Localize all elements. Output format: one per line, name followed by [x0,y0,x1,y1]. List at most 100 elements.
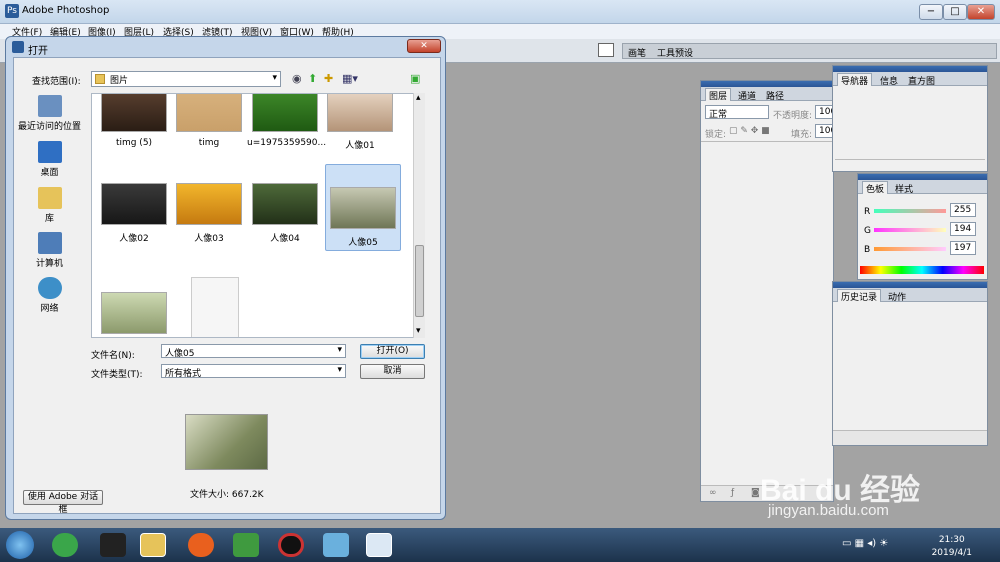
paper-icon[interactable] [323,533,349,557]
file-item[interactable] [177,277,253,337]
file-list[interactable]: timg (5) timg u=1975359590... 人像01 人像02 … [91,93,425,338]
folder-icon [95,74,105,84]
360-icon[interactable] [52,533,78,557]
link-layers-icon[interactable]: ∞ [709,488,717,498]
thumbnail-image [101,183,167,225]
filetype-value: 所有格式 [165,369,202,379]
iqiyi-icon[interactable] [233,533,259,557]
file-item-selected[interactable]: 人像05 [325,164,401,251]
tab-swatches[interactable]: 色板 [862,181,889,195]
dialog-app-icon [12,41,24,53]
panel-tabs: 图层 通道 路径 [701,87,833,102]
history-panel: 历史记录 动作 [832,281,988,446]
firefox-icon[interactable] [188,533,214,557]
filetype-label: 文件类型(T): [91,370,143,380]
tab-actions[interactable]: 动作 [885,290,909,303]
qq-icon[interactable] [100,533,126,557]
channel-b-label: B [864,245,871,255]
file-item[interactable]: 人像01 [322,94,398,151]
file-item[interactable]: timg [171,94,247,148]
up-folder-icon[interactable]: ⬆ [308,72,317,85]
filetype-select[interactable]: 所有格式 ▾ [161,364,346,379]
tab-history[interactable]: 历史记录 [837,289,882,303]
file-label: 人像01 [345,141,375,151]
thumbnail-image [101,94,167,132]
open-button[interactable]: 打开(O) [360,344,425,359]
file-item[interactable]: 人像03 [171,183,247,244]
color-panel: 色板 样式 R 255 G 194 B 197 [857,173,988,280]
photoshop-task-icon[interactable] [366,533,392,557]
close-button[interactable]: ✕ [967,4,995,20]
recorder-icon[interactable] [278,533,304,557]
lock-icons[interactable]: ▢ ✎ ✥ ■ [729,126,770,136]
tab-styles[interactable]: 样式 [892,182,916,195]
taskbar: ▭ ▦ ◂) ☀ 21:30 2019/4/1 [0,528,1000,562]
channel-g-slider[interactable] [874,228,946,232]
cancel-button[interactable]: 取消 [360,364,425,379]
maximize-button[interactable]: □ [943,4,967,20]
scroll-up-icon[interactable]: ▴ [416,93,421,103]
tray-clock[interactable]: 21:30 2019/4/1 [932,534,972,560]
tab-tool-presets[interactable]: 工具预设 [657,46,693,59]
channel-r-field[interactable]: 255 [950,203,976,217]
filename-input[interactable]: 人像05 ▾ [161,344,346,359]
file-item[interactable] [96,292,172,337]
tab-channels[interactable]: 通道 [735,89,759,102]
file-item[interactable]: u=1975359590... [247,94,326,148]
place-recent[interactable]: 最近访问的位置 [14,95,85,132]
tab-histogram[interactable]: 直方图 [905,74,938,87]
tab-paths[interactable]: 路径 [763,89,787,102]
place-network[interactable]: 网络 [14,277,85,314]
file-list-scrollbar[interactable]: ▴ ▾ [413,93,425,338]
back-icon[interactable]: ◉ [292,72,302,85]
file-label: 人像03 [194,234,224,244]
divider [701,141,833,142]
thumbnail-image [176,94,242,132]
layer-style-icon[interactable]: ƒ [731,488,734,498]
channel-b-field[interactable]: 197 [950,241,976,255]
use-adobe-dialog-button[interactable]: 使用 Adobe 对话框 [23,490,103,515]
tray-icons[interactable]: ▭ ▦ ◂) ☀ [842,538,888,549]
thumbnail-image [176,183,242,225]
tab-brushes[interactable]: 画笔 [628,46,646,59]
place-desktop[interactable]: 桌面 [14,141,85,178]
dialog-close-button[interactable]: ✕ [407,39,441,53]
explorer-icon[interactable] [140,533,166,557]
place-computer[interactable]: 计算机 [14,232,85,269]
layer-mask-icon[interactable]: ◙ [751,488,760,498]
file-item[interactable]: 人像04 [247,183,323,244]
tab-navigator[interactable]: 导航器 [837,73,873,87]
tab-info[interactable]: 信息 [877,74,901,87]
photoshop-logo-icon: Ps [5,4,19,18]
look-in-select[interactable]: 图片 ▾ [91,71,281,87]
blend-mode-select[interactable]: 正常 [705,105,769,120]
chevron-down-icon: ▾ [337,345,342,355]
panel-tabs: 历史记录 动作 [833,288,987,303]
channel-b-slider[interactable] [874,247,946,251]
minimize-button[interactable]: − [919,4,943,20]
channel-r-slider[interactable] [874,209,946,213]
tab-layers[interactable]: 图层 [705,88,732,102]
file-item[interactable]: timg (5) [96,94,172,148]
scroll-thumb[interactable] [415,245,424,317]
scroll-down-icon[interactable]: ▾ [416,326,421,336]
file-item[interactable]: 人像02 [96,183,172,244]
new-folder-icon[interactable]: ✚ [324,72,333,85]
channel-r-label: R [864,207,871,217]
place-library[interactable]: 库 [14,187,85,224]
thumbnail-toggle-icon[interactable]: ▣ [410,72,420,85]
file-label: timg (5) [115,138,153,148]
view-menu-icon[interactable]: ▦▾ [342,72,358,85]
palette-well-icon[interactable] [598,43,614,57]
recent-places-icon [37,95,62,117]
chevron-down-icon: ▾ [337,365,342,375]
panel-tabs: 导航器 信息 直方图 [833,72,987,87]
channel-g-field[interactable]: 194 [950,222,976,236]
color-ramp[interactable] [860,266,984,274]
file-label: 人像05 [348,238,378,248]
zoom-slider[interactable] [835,159,985,169]
network-icon [37,277,62,299]
thumbnail-image [252,94,318,132]
ps-title-bar: Ps Adobe Photoshop − □ ✕ [0,0,1000,24]
start-button-icon[interactable] [6,531,34,559]
